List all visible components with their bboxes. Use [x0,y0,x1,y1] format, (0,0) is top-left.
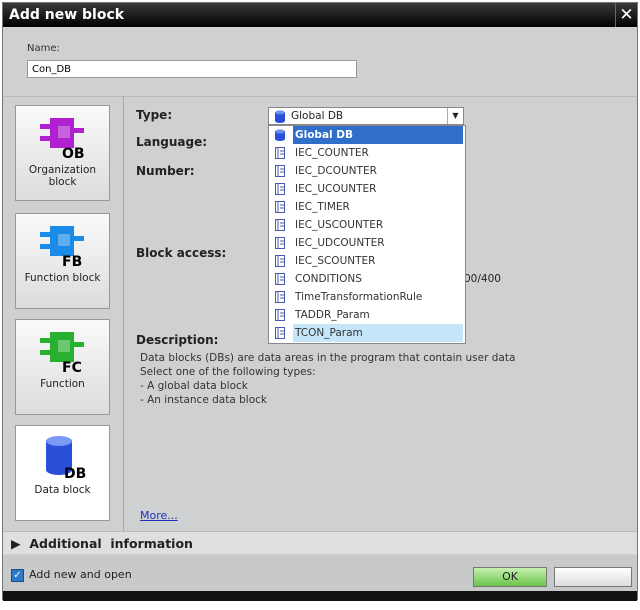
data-type-icon [275,255,285,267]
divider [123,96,124,532]
block-type-label: Function [40,378,85,390]
type-option-label: IEC_TIMER [295,201,350,213]
data-type-icon [275,183,285,195]
language-label: Language: [136,135,208,149]
data-type-icon [275,237,285,249]
type-option-label: IEC_USCOUNTER [295,219,384,231]
add-new-and-open-checkbox[interactable]: ✓ [11,569,24,582]
type-option[interactable]: IEC_UCOUNTER [269,180,465,198]
svg-text:FC: FC [62,360,82,374]
fb-block-icon: FB [39,226,84,268]
data-type-icon [275,201,285,213]
data-type-icon [275,273,285,285]
block-access-value: 00/400 [464,273,501,285]
data-block-icon: DB [45,436,86,480]
description-label: Description: [136,333,219,347]
description-line: Data blocks (DBs) are data areas in the … [140,352,516,364]
type-dropdown[interactable]: Global DB ▼ [268,107,464,125]
add-new-block-dialog: Add new block ✕ Name: OB Organization blo… [2,2,638,601]
block-type-db[interactable]: DB Data block [15,425,110,521]
divider [3,96,637,97]
block-type-label: Organization block [28,164,97,188]
fc-block-icon: FC [39,332,84,374]
close-icon[interactable]: ✕ [615,3,637,27]
additional-information-section[interactable]: ▶ Additional information [3,531,637,554]
description-line: Select one of the following types: [140,366,316,378]
database-icon [275,110,285,123]
type-option[interactable]: IEC_USCOUNTER [269,216,465,234]
block-type-fc[interactable]: FC Function [15,319,110,415]
more-link[interactable]: More... [140,509,178,522]
type-option[interactable]: TimeTransformationRule [269,288,465,306]
type-option-label: TADDR_Param [295,309,370,321]
data-type-icon [275,165,285,177]
block-type-label: Data block [34,484,91,496]
type-dropdown-list: Global DB IEC_COUNTER IEC_DCOUNTER IEC_UCOU… [268,125,466,344]
name-input[interactable] [27,60,357,78]
description-line: - A global data block [140,380,248,392]
block-type-ob[interactable]: OB Organization block [15,105,110,201]
number-label: Number: [136,164,195,178]
type-option-label: TCON_Param [293,324,463,342]
type-option[interactable]: CONDITIONS [269,270,465,288]
database-icon [275,129,285,141]
add-new-and-open-label: Add new and open [29,568,132,581]
data-type-icon [275,147,285,159]
type-option-label: IEC_SCOUNTER [295,255,376,267]
bottom-bar [3,591,637,601]
data-type-icon [275,291,285,303]
data-type-icon [275,309,285,321]
block-type-label: Function block [24,272,101,284]
type-option-label: TimeTransformationRule [295,291,423,303]
type-option[interactable]: IEC_UDCOUNTER [269,234,465,252]
type-option-label: IEC_UCOUNTER [295,183,377,195]
ob-block-icon: OB [39,118,85,160]
description-text: Data blocks (DBs) are data areas in the … [140,351,515,407]
svg-text:FB: FB [62,254,82,268]
svg-text:OB: OB [62,146,85,160]
type-option[interactable]: TADDR_Param [269,306,465,324]
expand-triangle-icon: ▶ [11,536,21,551]
type-option-label: CONDITIONS [295,273,362,285]
type-option-label: IEC_UDCOUNTER [295,237,385,249]
type-option[interactable]: IEC_TIMER [269,198,465,216]
title-bar: Add new block ✕ [3,3,637,27]
block-type-fb[interactable]: FB Function block [15,213,110,309]
additional-information-label: Additional information [29,536,193,551]
block-access-label: Block access: [136,246,227,260]
type-option[interactable]: Global DB [269,126,465,144]
type-option[interactable]: IEC_SCOUNTER [269,252,465,270]
svg-text:DB: DB [64,466,86,480]
data-type-icon [275,219,285,231]
type-label: Type: [136,108,173,122]
name-label: Name: [27,43,60,54]
type-option[interactable]: IEC_COUNTER [269,144,465,162]
ok-button[interactable]: OK [473,567,547,587]
data-type-icon [275,327,285,339]
type-dropdown-value: Global DB [291,110,344,122]
cancel-button[interactable] [554,567,632,587]
dialog-title: Add new block [9,7,125,23]
chevron-down-icon[interactable]: ▼ [447,108,463,124]
type-option-label: IEC_DCOUNTER [295,165,377,177]
type-option-label: IEC_COUNTER [295,147,369,159]
description-line: - An instance data block [140,394,267,406]
type-option[interactable]: IEC_DCOUNTER [269,162,465,180]
type-option[interactable]: TCON_Param [269,324,465,342]
type-option-label: Global DB [293,126,463,144]
